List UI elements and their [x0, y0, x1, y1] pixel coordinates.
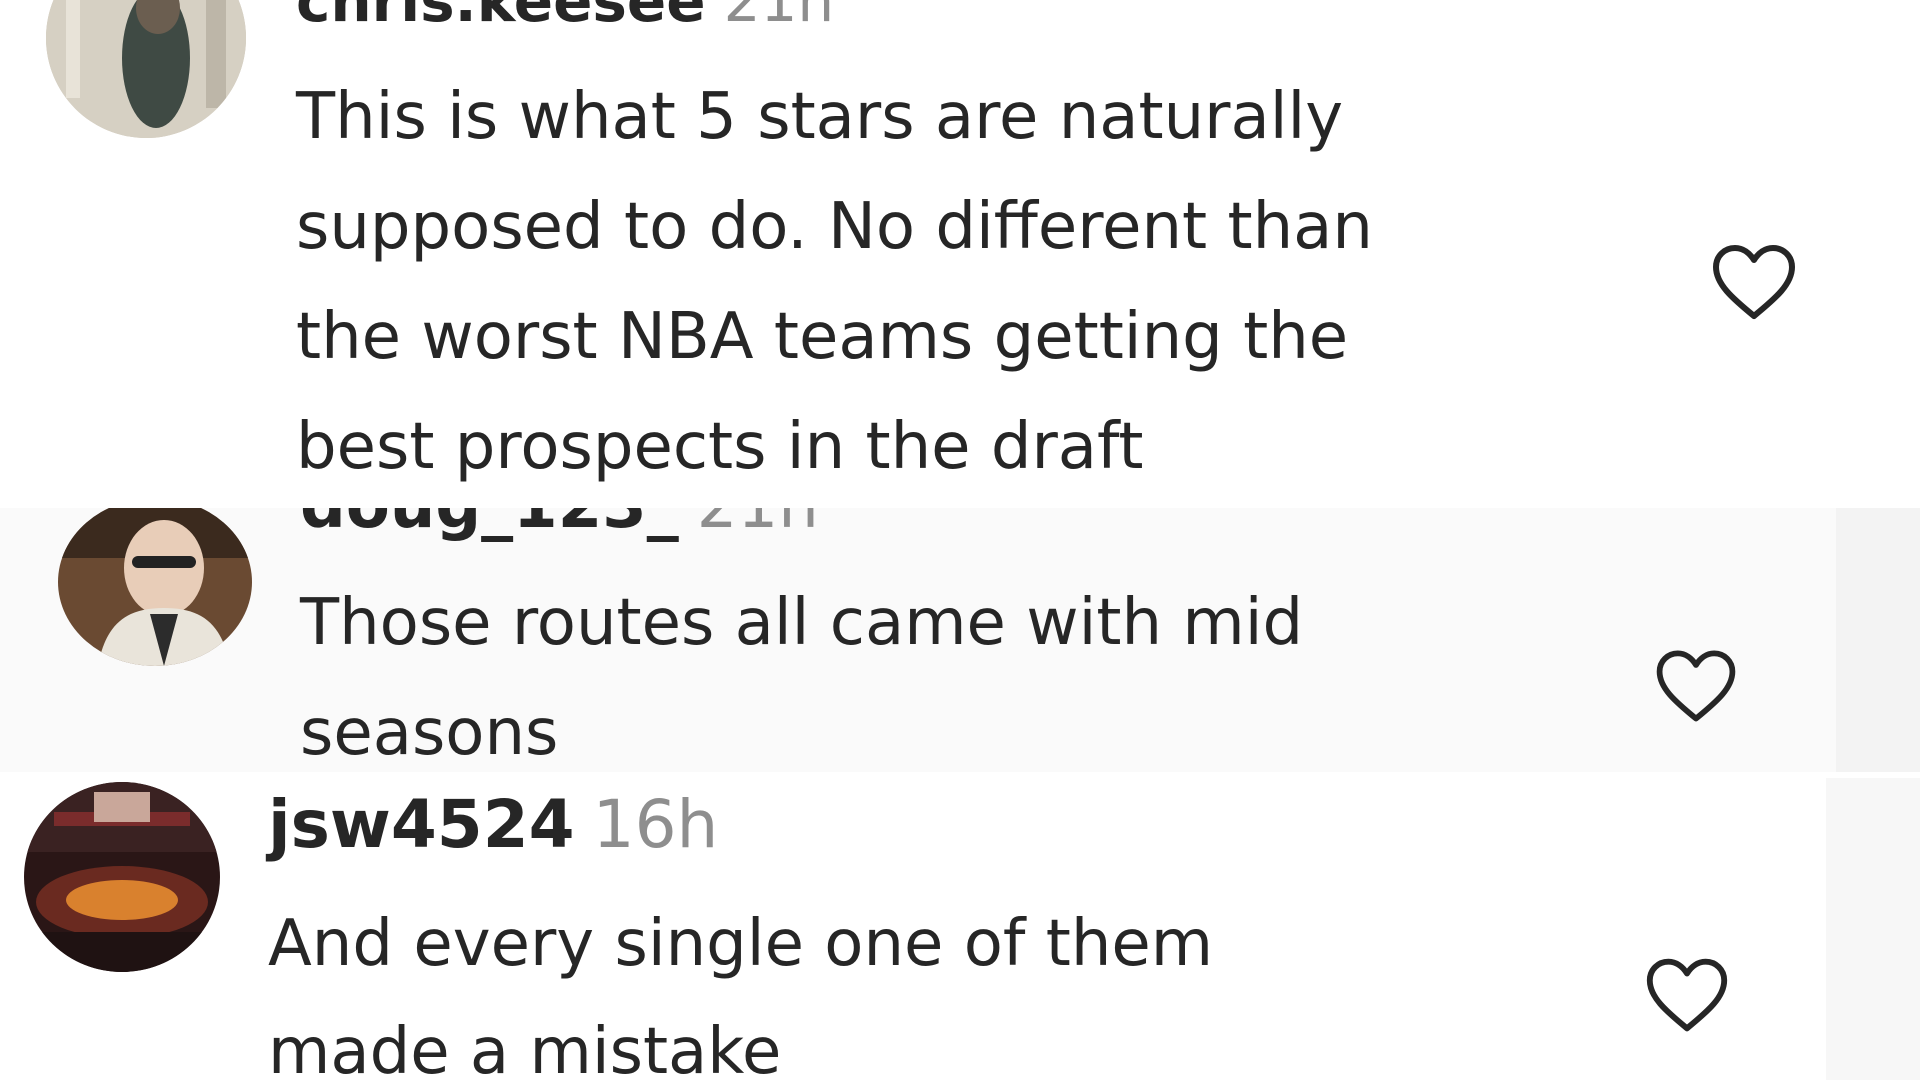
timestamp: 21h — [723, 0, 835, 35]
comment-text: Those routes all came with mid seasons — [300, 586, 1304, 770]
comment-item: doug_123_ 21h Those routes all came with … — [0, 508, 1920, 772]
username[interactable]: doug_123_ — [300, 508, 679, 543]
comment-item: jsw4524 16h And every single one of them … — [0, 778, 1920, 1080]
heart-outline-icon[interactable] — [1706, 234, 1802, 330]
comment-text: And every single one of them made a mist… — [268, 907, 1214, 1080]
avatar[interactable] — [24, 782, 220, 972]
heart-outline-icon[interactable] — [1640, 948, 1734, 1042]
username[interactable]: jsw4524 — [268, 786, 575, 863]
avatar[interactable] — [58, 508, 252, 666]
side-pane — [1836, 508, 1920, 772]
avatar[interactable] — [46, 0, 246, 138]
username[interactable]: chris.keesee — [296, 0, 706, 35]
comment-item: chris.keesee 21h This is what 5 stars are… — [0, 0, 1920, 496]
side-pane — [1826, 778, 1920, 1080]
comment-text: This is what 5 stars are naturally suppo… — [296, 80, 1373, 484]
timestamp: 16h — [592, 786, 719, 863]
heart-outline-icon[interactable] — [1650, 640, 1742, 732]
timestamp: 21h — [697, 508, 819, 543]
